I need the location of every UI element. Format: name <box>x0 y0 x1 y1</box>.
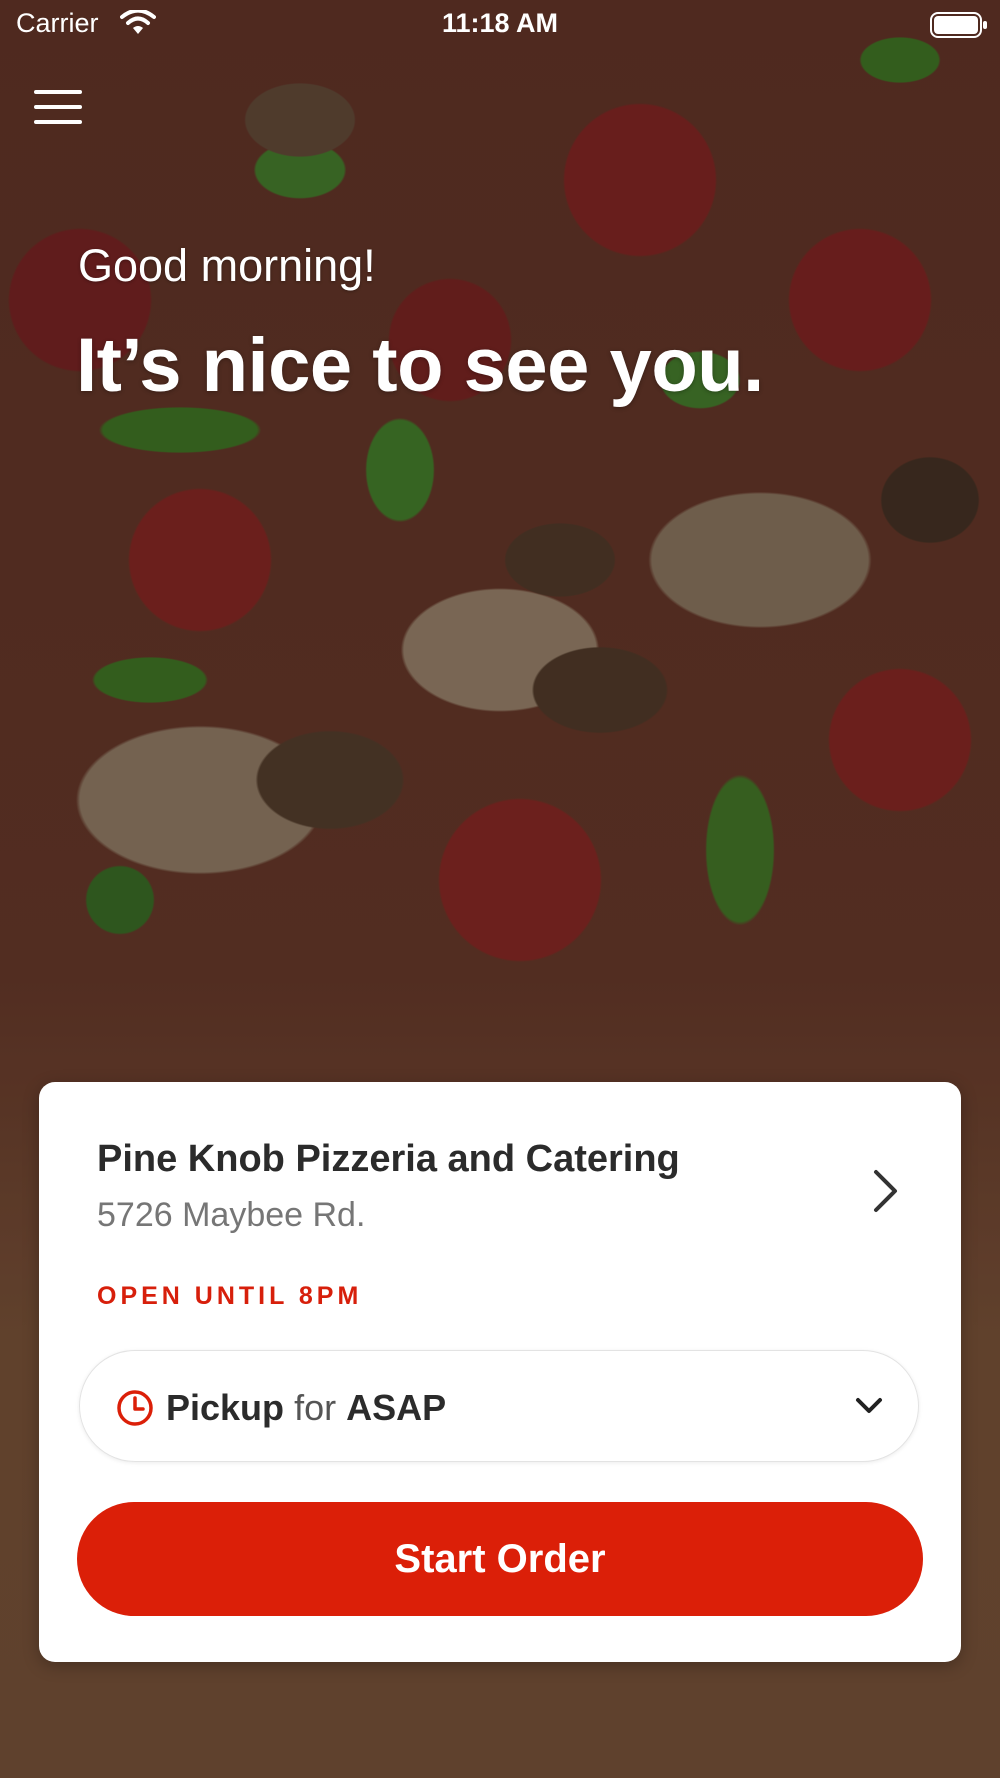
home-screen: Carrier 11:18 AM Good morning! It’s nice… <box>0 0 1000 1778</box>
fulfillment-time: ASAP <box>346 1387 447 1428</box>
store-name: Pine Knob Pizzeria and Catering <box>97 1138 680 1180</box>
menu-line <box>34 90 82 94</box>
hamburger-menu-icon[interactable] <box>34 90 82 134</box>
clock-icon <box>117 1390 153 1426</box>
chevron-down-icon <box>856 1398 882 1413</box>
status-bar: Carrier 11:18 AM <box>0 0 1000 50</box>
battery-icon <box>930 12 987 38</box>
fulfillment-dropdown[interactable]: Pickup for ASAP <box>79 1350 919 1462</box>
order-card: Pine Knob Pizzeria and Catering 5726 May… <box>39 1082 961 1662</box>
menu-line <box>34 120 82 124</box>
welcome-headline: It’s nice to see you. <box>76 323 764 408</box>
greeting-text: Good morning! <box>78 240 376 291</box>
start-order-button[interactable]: Start Order <box>77 1502 923 1616</box>
chevron-right-icon <box>874 1170 897 1212</box>
store-selector[interactable]: Pine Knob Pizzeria and Catering 5726 May… <box>39 1082 961 1242</box>
fulfillment-connector: for <box>294 1387 337 1428</box>
hours-status: OPEN UNTIL 8PM <box>97 1282 363 1310</box>
store-address: 5726 Maybee Rd. <box>97 1196 366 1234</box>
menu-line <box>34 105 82 109</box>
fulfillment-mode: Pickup <box>166 1387 285 1428</box>
fulfillment-summary: Pickup for ASAP <box>166 1387 446 1429</box>
status-time: 11:18 AM <box>441 8 559 38</box>
